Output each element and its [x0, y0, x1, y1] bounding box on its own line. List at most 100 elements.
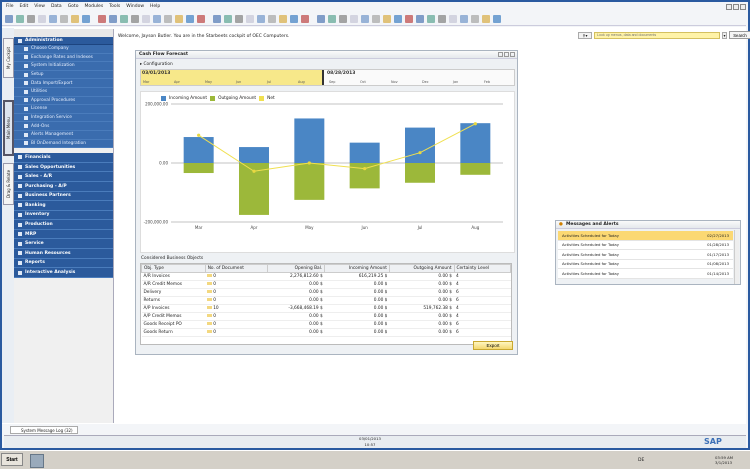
column-header[interactable]: No. of Document [204, 264, 268, 273]
table-row[interactable]: A/R Invoices 0 2,276,812.60 $ 616,219.25 $ 0… [141, 272, 511, 281]
document-link-icon[interactable] [207, 298, 213, 301]
sidebar-item-production[interactable]: Production [14, 220, 113, 230]
search-icon[interactable]: ⚲▾ [578, 31, 592, 39]
column-header[interactable]: Opening Bal. [266, 264, 326, 273]
sidebar-subitem[interactable]: Utilities [14, 87, 113, 97]
table-row[interactable]: A/R Credit Memos 0 0.00 $0.00 $0.00 $4 [141, 280, 511, 289]
toolbar-button-icon[interactable] [142, 15, 150, 23]
scrollbar[interactable] [734, 230, 739, 284]
sidebar-subitem[interactable]: Add-Ons [14, 122, 113, 131]
menu-view[interactable]: View [34, 4, 45, 12]
message-item[interactable]: Activities Scheduled for Today 01/08/2013 [558, 259, 733, 269]
toolbar-button-icon[interactable] [131, 15, 139, 23]
minimize-icon[interactable] [498, 52, 503, 57]
toolbar-button-icon[interactable] [279, 15, 287, 23]
document-link-icon[interactable] [207, 330, 213, 333]
document-link-icon[interactable] [207, 274, 213, 277]
document-link-icon[interactable] [207, 290, 213, 293]
sidebar-item-sales-opportunities[interactable]: Sales Opportunities [14, 162, 113, 173]
sap-taskbar-icon[interactable] [30, 454, 44, 468]
menu-data[interactable]: Data [51, 4, 62, 12]
collapse-icon[interactable]: ● [559, 222, 563, 227]
export-button[interactable]: Export [473, 341, 513, 350]
toolbar-button-icon[interactable] [98, 15, 106, 23]
toolbar-button-icon[interactable] [5, 15, 13, 23]
toolbar-button-icon[interactable] [38, 15, 46, 23]
toolbar-button-icon[interactable] [449, 15, 457, 23]
close-icon[interactable] [510, 52, 515, 57]
menu-goto[interactable]: Goto [68, 4, 79, 12]
system-message-log-tab[interactable]: System Message Log (32) [10, 426, 78, 434]
toolbar-button-icon[interactable] [213, 15, 221, 23]
column-header[interactable]: Outgoing Amount [388, 264, 455, 273]
table-row[interactable]: A/P Credit Memos 0 0.00 $0.00 $0.00 $4 [141, 312, 511, 321]
toolbar-button-icon[interactable] [246, 15, 254, 23]
toolbar-button-icon[interactable] [71, 15, 79, 23]
toolbar-button-icon[interactable] [164, 15, 172, 23]
menu-window[interactable]: Window [126, 4, 144, 12]
toolbar-button-icon[interactable] [394, 15, 402, 23]
chevron-down-icon[interactable]: ▾ [722, 31, 727, 39]
toolbar-button-icon[interactable] [49, 15, 57, 23]
document-link-icon[interactable] [207, 282, 213, 285]
toolbar-button-icon[interactable] [175, 15, 183, 23]
column-header[interactable]: Certainty Level [453, 264, 511, 273]
sidebar-subitem[interactable]: Setup [14, 70, 113, 80]
toolbar-button-icon[interactable] [186, 15, 194, 23]
sidebar-item-business-partners[interactable]: Business Partners [14, 191, 113, 202]
search-button[interactable]: Search [729, 31, 750, 39]
sidebar-item-sales-a-r[interactable]: Sales - A/R [14, 172, 113, 182]
toolbar-button-icon[interactable] [493, 15, 501, 23]
toolbar-button-icon[interactable] [328, 15, 336, 23]
minimize-button[interactable] [726, 4, 732, 10]
sidebar-item-purchasing-a-p[interactable]: Purchasing - A/P [14, 181, 113, 192]
toolbar-button-icon[interactable] [257, 15, 265, 23]
search-input[interactable] [594, 31, 720, 39]
sidebar-item-banking[interactable]: Banking [14, 201, 113, 211]
menu-edit[interactable]: Edit [20, 4, 29, 12]
sidebar-subitem[interactable]: Data Import/Export [14, 79, 113, 88]
toolbar-button-icon[interactable] [235, 15, 243, 23]
language-indicator[interactable]: DE [638, 458, 644, 463]
sidebar-item-human-resources[interactable]: Human Resources [14, 249, 113, 259]
toolbar-button-icon[interactable] [372, 15, 380, 23]
menu-help[interactable]: Help [150, 4, 160, 12]
message-item[interactable]: Activities Scheduled for Today 01/17/2013 [558, 250, 733, 260]
message-item[interactable]: Activities Scheduled for Today 01/14/2013 [558, 269, 733, 279]
toolbar-button-icon[interactable] [82, 15, 90, 23]
toolbar-button-icon[interactable] [317, 15, 325, 23]
sidebar-item-financials[interactable]: Financials [14, 153, 113, 163]
toolbar-button-icon[interactable] [416, 15, 424, 23]
tab-main-menu[interactable]: Main Menu [3, 100, 14, 156]
message-item[interactable]: Activities Scheduled for Today 02/27/2013 [558, 231, 733, 241]
sidebar-item-reports[interactable]: Reports [14, 258, 113, 269]
toolbar-button-icon[interactable] [383, 15, 391, 23]
sidebar-subitem[interactable]: Exchange Rates and Indexes [14, 53, 113, 63]
toolbar-button-icon[interactable] [224, 15, 232, 23]
maximize-icon[interactable] [504, 52, 509, 57]
table-row[interactable]: Returns 0 0.00 $0.00 $0.00 $6 [141, 296, 511, 305]
sidebar-subitem[interactable]: Alerts Management [14, 130, 113, 140]
restore-button[interactable] [733, 4, 739, 10]
toolbar-button-icon[interactable] [301, 15, 309, 23]
tab-drag-relate[interactable]: Drag & Relate [3, 163, 14, 205]
menu-file[interactable]: File [6, 4, 14, 12]
toolbar-button-icon[interactable] [16, 15, 24, 23]
toolbar-button-icon[interactable] [60, 15, 68, 23]
toolbar-button-icon[interactable] [482, 15, 490, 23]
table-row[interactable]: Goods Return 0 0.00 $0.00 $0.00 $6 [141, 328, 511, 337]
toolbar-button-icon[interactable] [109, 15, 117, 23]
toolbar-button-icon[interactable] [268, 15, 276, 23]
sidebar-subitem[interactable]: System Initialization [14, 62, 113, 71]
sidebar-item-mrp[interactable]: MRP [14, 229, 113, 240]
toolbar-button-icon[interactable] [361, 15, 369, 23]
toolbar-button-icon[interactable] [460, 15, 468, 23]
document-link-icon[interactable] [207, 322, 213, 325]
toolbar-button-icon[interactable] [438, 15, 446, 23]
menu-modules[interactable]: Modules [84, 4, 103, 12]
document-link-icon[interactable] [207, 306, 213, 309]
sidebar-item-interactive-analysis[interactable]: Interactive Analysis [14, 268, 113, 278]
table-row[interactable]: Delivery 0 0.00 $0.00 $0.00 $6 [141, 288, 511, 297]
column-header[interactable]: Incoming Amount [324, 264, 390, 273]
column-header[interactable]: Obj. Type [141, 264, 206, 273]
